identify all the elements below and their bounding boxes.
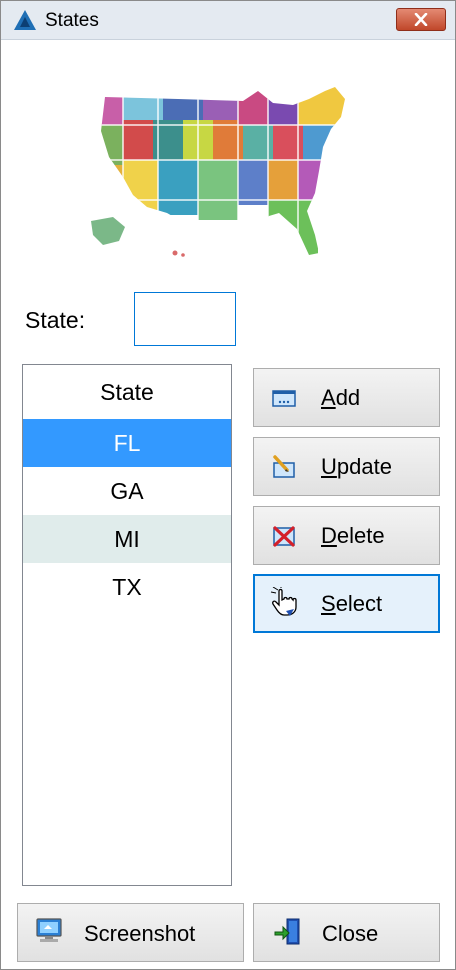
- delete-button[interactable]: Delete: [253, 506, 440, 565]
- window-title: States: [45, 10, 99, 31]
- state-listbox[interactable]: State FL GA MI TX: [22, 364, 232, 886]
- add-button-label: Add: [321, 385, 360, 411]
- state-input[interactable]: [134, 292, 236, 346]
- list-item-tx[interactable]: TX: [23, 563, 231, 611]
- states-window: States State: State FL GA MI TX Add Upda…: [0, 0, 456, 970]
- add-mnemonic: A: [321, 385, 336, 410]
- update-button[interactable]: Update: [253, 437, 440, 496]
- close-button[interactable]: Close: [253, 903, 440, 962]
- exit-door-icon: [274, 918, 300, 945]
- update-button-label: Update: [321, 454, 392, 480]
- update-mnemonic: U: [321, 454, 337, 479]
- add-form-icon: [272, 390, 296, 407]
- select-button[interactable]: Select: [253, 574, 440, 633]
- delete-x-icon: [273, 526, 295, 547]
- add-button[interactable]: Add: [253, 368, 440, 427]
- select-button-label: Select: [321, 591, 382, 617]
- select-mnemonic: S: [321, 591, 336, 616]
- hand-pointer-icon: [270, 587, 297, 616]
- list-item-mi[interactable]: MI: [23, 515, 231, 563]
- list-item-fl[interactable]: FL: [23, 419, 231, 467]
- select-rest: elect: [335, 591, 383, 616]
- screenshot-button[interactable]: Screenshot: [17, 903, 244, 962]
- close-button-label: Close: [322, 921, 379, 946]
- delete-button-label: Delete: [321, 523, 385, 549]
- monitor-icon: [36, 918, 62, 942]
- window-close-button[interactable]: [396, 8, 446, 31]
- state-field-label: State:: [25, 307, 86, 333]
- add-rest: dd: [335, 385, 361, 410]
- delete-mnemonic: D: [321, 523, 337, 548]
- usa-map-image: [91, 87, 345, 257]
- close-x-icon: [414, 13, 428, 26]
- list-column-header: State: [100, 379, 154, 405]
- delete-rest: elete: [336, 523, 385, 548]
- update-rest: pdate: [336, 454, 392, 479]
- screenshot-button-label: Screenshot: [84, 921, 196, 946]
- edit-pencil-icon: [273, 455, 295, 478]
- list-item-ga[interactable]: GA: [23, 467, 231, 515]
- app-triangle-icon: [14, 10, 36, 30]
- title-bar: States: [1, 1, 455, 40]
